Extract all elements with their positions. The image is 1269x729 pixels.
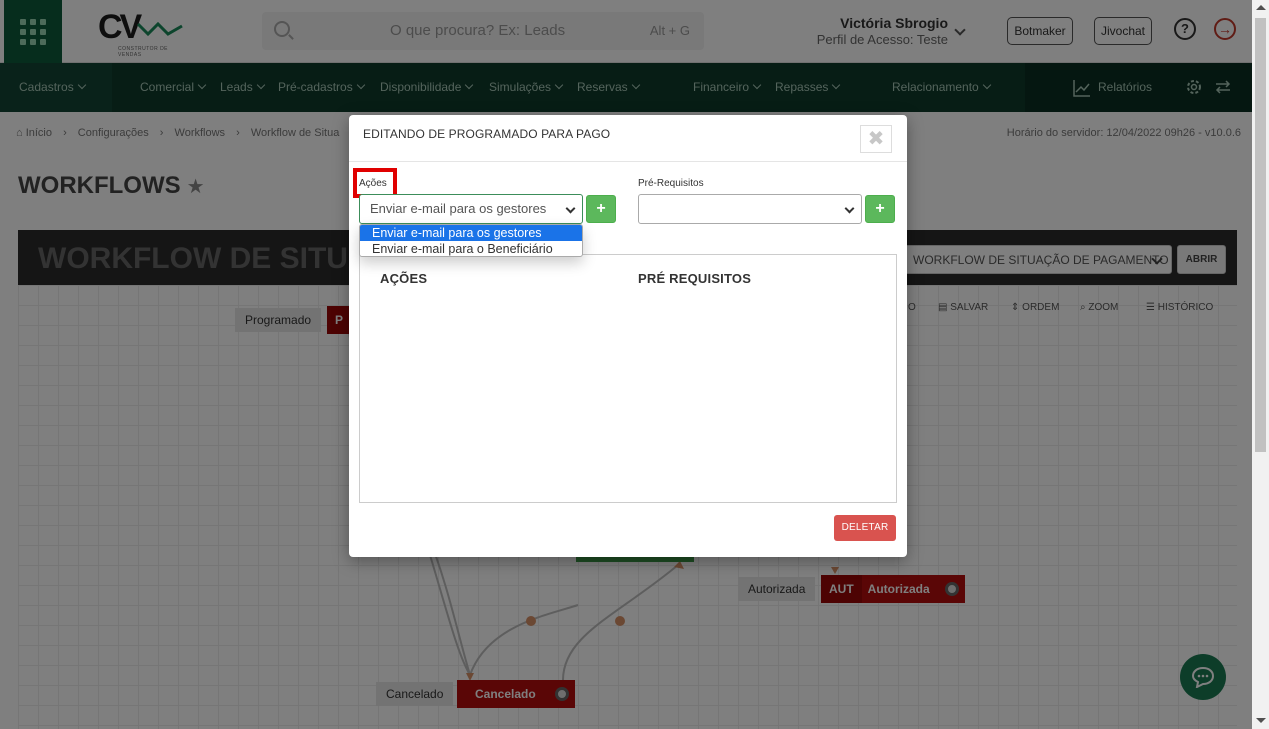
divider bbox=[349, 161, 907, 162]
edit-transition-modal: EDITANDO DE PROGRAMADO PARA PAGO ✖ Ações… bbox=[349, 115, 907, 557]
modal-title: EDITANDO DE PROGRAMADO PARA PAGO bbox=[363, 127, 611, 141]
acoes-dropdown-list: Enviar e-mail para os gestores Enviar e-… bbox=[359, 224, 583, 257]
scrollbar-thumb[interactable] bbox=[1255, 18, 1266, 452]
dropdown-option[interactable]: Enviar e-mail para os gestores bbox=[360, 225, 582, 241]
chevron-down-icon bbox=[844, 203, 855, 214]
chevron-down-icon bbox=[565, 203, 576, 214]
scroll-up-icon[interactable] bbox=[1256, 5, 1266, 10]
add-acao-button[interactable]: + bbox=[586, 195, 616, 223]
panel-header-acoes: AÇÕES bbox=[380, 271, 428, 286]
acoes-label: Ações bbox=[359, 178, 387, 189]
dropdown-option[interactable]: Enviar e-mail para o Beneficiário bbox=[360, 241, 582, 256]
add-prerequisito-button[interactable]: + bbox=[865, 195, 895, 223]
actions-prereq-panel: AÇÕES PRÉ REQUISITOS bbox=[359, 254, 897, 503]
prerequisitos-select[interactable] bbox=[638, 194, 862, 224]
acoes-select[interactable]: Enviar e-mail para os gestores bbox=[359, 194, 583, 224]
prerequisitos-label: Pré-Requisitos bbox=[638, 178, 704, 189]
scroll-down-icon[interactable] bbox=[1256, 718, 1266, 723]
delete-button[interactable]: DELETAR bbox=[834, 515, 896, 541]
panel-header-prerequisitos: PRÉ REQUISITOS bbox=[638, 271, 752, 286]
close-button[interactable]: ✖ bbox=[860, 125, 892, 153]
